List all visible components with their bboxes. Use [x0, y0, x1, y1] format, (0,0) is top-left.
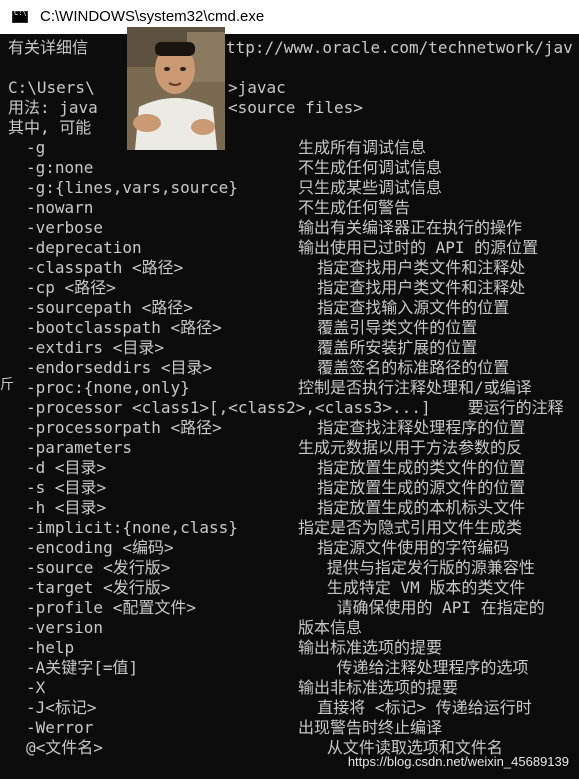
option-description: 指定查找输入源文件的位置 [298, 298, 510, 317]
option-description: 不生成任何调试信息 [298, 158, 443, 177]
option-flag: -s <目录> [26, 478, 107, 497]
option-flag: -source <发行版> [26, 558, 171, 577]
webcam-image [127, 27, 225, 150]
console-line-usage: 用法: java [8, 98, 98, 117]
option-description: 输出使用已过时的 API 的源位置 [298, 238, 539, 257]
watermark-url: https://blog.csdn.net/weixin_45689139 [347, 754, 569, 769]
option-description: 版本信息 [298, 618, 363, 637]
option-description: 覆盖引导类文件的位置 [298, 318, 478, 337]
option-flag: -verbose [26, 218, 104, 237]
option-description: 提供与指定发行版的源兼容性 [298, 558, 535, 577]
option-description: 要运行的注释 [458, 398, 564, 417]
option-flag: @<文件名> [26, 738, 103, 757]
option-flag: -target <发行版> [26, 578, 171, 597]
window-title: C:\WINDOWS\system32\cmd.exe [40, 8, 265, 25]
option-flag: -profile <配置文件> [26, 598, 196, 617]
console-line-info: 有关详细信 [8, 38, 89, 57]
option-flag: -g [26, 138, 46, 157]
option-description: 指定是否为隐式引用文件生成类 [298, 518, 523, 537]
option-flag: -g:{lines,vars,source} [26, 178, 238, 197]
console-line-prompt: C:\Users\ [8, 78, 95, 97]
option-description: 控制是否执行注释处理和/或编译 [298, 378, 532, 397]
console-output[interactable]: 有关详细信 ttp://www.oracle.com/technetwork/j… [0, 34, 579, 779]
option-flag: -sourcepath <路径> [26, 298, 193, 317]
option-flag: -encoding <编码> [26, 538, 174, 557]
console-line-usage-args: <source files> [228, 98, 363, 117]
option-description: 输出标准选项的提要 [298, 638, 443, 657]
option-description: 覆盖所安装扩展的位置 [298, 338, 478, 357]
option-description: 出现警告时终止编译 [298, 718, 443, 737]
option-flag: -processorpath <路径> [26, 418, 222, 437]
option-flag: -version [26, 618, 104, 637]
option-description: 覆盖签名的标准路径的位置 [298, 358, 510, 377]
option-flag: -deprecation [26, 238, 142, 257]
cmd-icon [12, 9, 28, 23]
option-flag: -bootclasspath <路径> [26, 318, 222, 337]
option-description: 请确保使用的 API 在指定的 [298, 598, 545, 617]
option-description: 直接将 <标记> 传递给运行时 [298, 698, 532, 717]
option-description: 生成元数据以用于方法参数的反 [298, 438, 523, 457]
webcam-overlay [127, 27, 225, 150]
option-flag: -parameters [26, 438, 132, 457]
option-description: 输出有关编译器正在执行的操作 [298, 218, 523, 237]
option-description: 生成特定 VM 版本的类文件 [298, 578, 526, 597]
option-flag: -classpath <路径> [26, 258, 184, 277]
option-description: 只生成某些调试信息 [298, 178, 443, 197]
option-flag: -cp <路径> [26, 278, 116, 297]
option-description: 指定放置生成的源文件的位置 [298, 478, 526, 497]
console-line-where: 其中, 可能 [8, 118, 92, 137]
option-flag: -nowarn [26, 198, 94, 217]
option-description: 传递给注释处理程序的选项 [298, 658, 529, 677]
option-flag: -J<标记> [26, 698, 97, 717]
edge-glyph: 斤 [0, 377, 14, 393]
option-flag: -X [26, 678, 46, 697]
option-description: 指定放置生成的类文件的位置 [298, 458, 526, 477]
option-description: 指定放置生成的本机标头文件 [298, 498, 526, 517]
option-flag: -processor <class1>[,<class2>,<class3>..… [26, 398, 431, 417]
option-flag: -endorseddirs <目录> [26, 358, 213, 377]
option-flag: -g:none [26, 158, 94, 177]
option-description: 指定查找用户类文件和注释处 [298, 258, 526, 277]
option-flag: -d <目录> [26, 458, 107, 477]
option-description: 不生成任何警告 [298, 198, 411, 217]
option-description: 生成所有调试信息 [298, 138, 427, 157]
option-description: 指定查找注释处理程序的位置 [298, 418, 526, 437]
option-description: 指定源文件使用的字符编码 [298, 538, 510, 557]
option-description: 指定查找用户类文件和注释处 [298, 278, 526, 297]
option-flag: -implicit:{none,class} [26, 518, 238, 537]
option-flag: -A关键字[=值] [26, 658, 139, 677]
option-flag: -h <目录> [26, 498, 107, 517]
console-line-info-url: ttp://www.oracle.com/technetwork/jav [226, 38, 573, 57]
option-flag: -extdirs <目录> [26, 338, 164, 357]
option-flag: -proc:{none,only} [26, 378, 190, 397]
option-flag: -Werror [26, 718, 94, 737]
option-flag: -help [26, 638, 75, 657]
console-line-command: >javac [228, 78, 286, 97]
title-bar: C:\WINDOWS\system32\cmd.exe [0, 0, 579, 34]
option-description: 输出非标准选项的提要 [298, 678, 459, 697]
